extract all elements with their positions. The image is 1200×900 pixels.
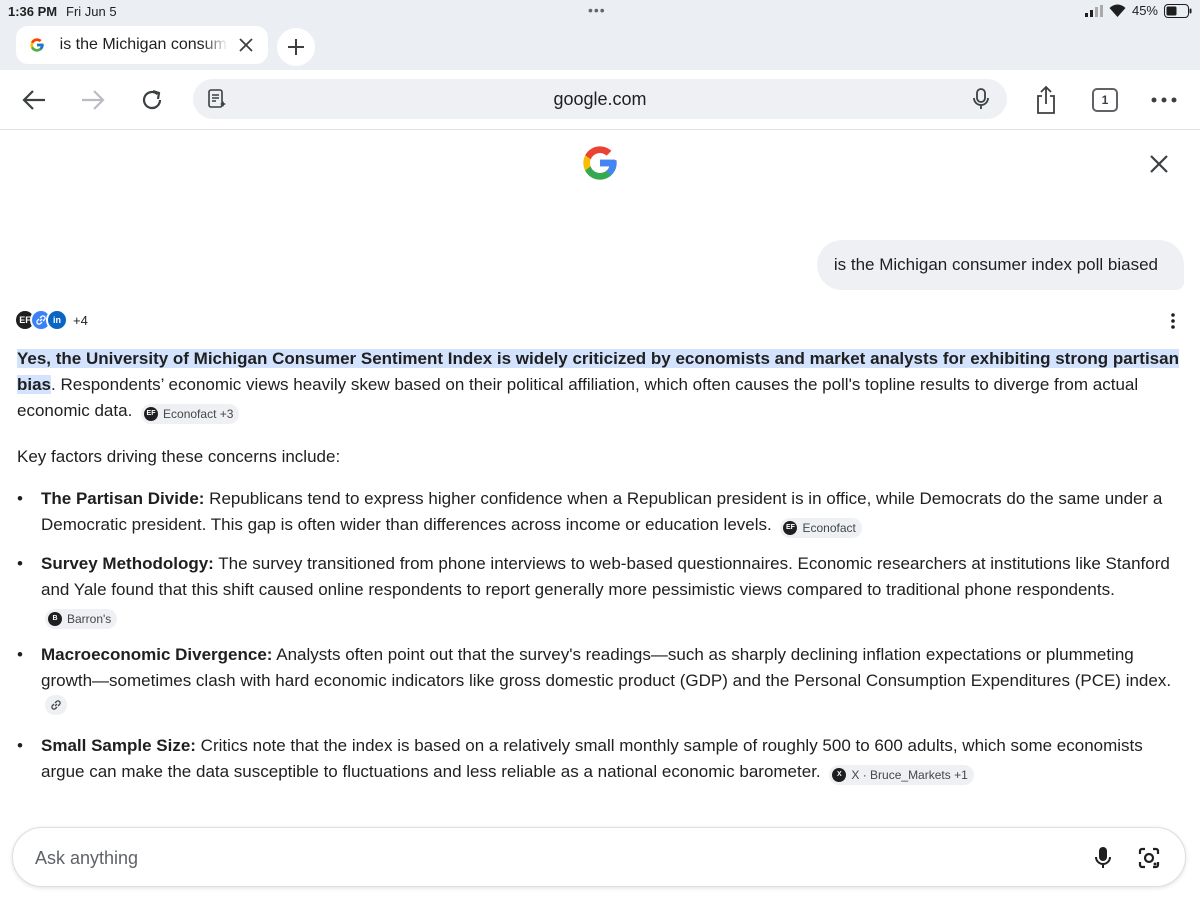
- more-vertical-icon: [1171, 313, 1175, 329]
- back-button[interactable]: [16, 82, 52, 118]
- share-icon: [1037, 85, 1055, 114]
- citation-chip[interactable]: EF Econofact: [780, 518, 862, 538]
- plus-icon: [288, 39, 304, 55]
- more-options-button[interactable]: [1146, 82, 1182, 118]
- citation-label: Econofact +3: [163, 407, 234, 421]
- google-lens-icon[interactable]: [1135, 844, 1163, 872]
- source-icons[interactable]: EF in +4: [14, 309, 88, 331]
- list-item: Small Sample Size: Critics note that the…: [17, 733, 1187, 785]
- bullet-title: The Partisan Divide:: [41, 489, 205, 508]
- tab-strip: is the Michigan consumer index poll bias…: [0, 22, 1200, 70]
- tab-switcher-button[interactable]: 1: [1087, 82, 1123, 118]
- citation-label: Econofact: [802, 521, 856, 535]
- status-indicators: 45%: [1084, 3, 1192, 18]
- battery-icon: [1164, 3, 1192, 18]
- key-factors-intro: Key factors driving these concerns inclu…: [17, 447, 341, 466]
- arrow-right-icon: [82, 90, 105, 110]
- more-horizontal-icon: [1151, 97, 1177, 103]
- citation-chip[interactable]: X X · Bruce_Markets +1: [829, 765, 974, 785]
- source-extra-count: +4: [73, 312, 88, 328]
- arrow-left-icon: [22, 90, 45, 110]
- tab-count: 1: [1092, 88, 1118, 112]
- reload-icon: [142, 89, 162, 110]
- voice-search-icon[interactable]: [969, 87, 993, 111]
- close-icon: [1150, 155, 1168, 173]
- citation-link-chip[interactable]: [45, 695, 67, 715]
- close-ai-mode-button[interactable]: [1143, 148, 1175, 180]
- ask-input[interactable]: [35, 844, 935, 872]
- new-tab-button[interactable]: [277, 28, 315, 66]
- econofact-icon: EF: [783, 521, 798, 535]
- address-bar[interactable]: google.com: [193, 79, 1007, 119]
- microphone-icon[interactable]: [1089, 844, 1117, 872]
- status-time: 1:36 PM: [8, 4, 58, 19]
- bullet-text: Republicans tend to express higher confi…: [41, 489, 1163, 534]
- url-text: google.com: [553, 89, 647, 109]
- forward-button[interactable]: [75, 82, 111, 118]
- citation-chip[interactable]: EF Econofact +3: [141, 404, 240, 424]
- list-item: Survey Methodology: The survey transitio…: [17, 551, 1187, 629]
- cellular-signal-icon: [1084, 4, 1103, 17]
- battery-percent: 45%: [1131, 3, 1158, 18]
- reload-button[interactable]: [134, 82, 170, 118]
- close-tab-icon[interactable]: [234, 33, 258, 57]
- share-button[interactable]: [1028, 82, 1064, 118]
- barrons-icon: B: [48, 612, 62, 626]
- answer-more-menu-button[interactable]: [1162, 308, 1184, 334]
- ask-bar: [12, 827, 1186, 887]
- status-bar: 1:36 PM Fri Jun 5 ••• 45%: [0, 0, 1200, 22]
- wifi-icon: [1109, 4, 1126, 17]
- link-icon: [51, 700, 61, 710]
- bullet-text: Critics note that the index is based on …: [41, 736, 1143, 781]
- linkedin-source-icon: in: [46, 309, 68, 331]
- status-date: Fri Jun 5: [66, 4, 117, 19]
- citation-label: Barron's: [67, 612, 112, 626]
- google-logo: [580, 143, 620, 183]
- citation-chip[interactable]: B Barron's: [45, 609, 118, 629]
- browser-toolbar: google.com 1: [0, 70, 1200, 130]
- key-factors-list: The Partisan Divide: Republicans tend to…: [17, 486, 1187, 798]
- x-logo-icon: X: [832, 768, 847, 782]
- bullet-title: Survey Methodology:: [41, 554, 214, 573]
- tab-title: is the Michigan consumer index poll bias…: [59, 36, 229, 53]
- citation-label: X · Bruce_Markets +1: [851, 768, 968, 782]
- econofact-icon: EF: [144, 407, 159, 421]
- list-item: The Partisan Divide: Republicans tend to…: [17, 486, 1187, 538]
- google-g-icon: [28, 36, 46, 54]
- bullet-title: Macroeconomic Divergence:: [41, 645, 273, 664]
- multitasking-dots-icon[interactable]: •••: [588, 3, 606, 17]
- answer-summary: Yes, the University of Michigan Consumer…: [17, 346, 1187, 424]
- list-item: Macroeconomic Divergence: Analysts often…: [17, 642, 1187, 720]
- bullet-title: Small Sample Size:: [41, 736, 196, 755]
- tab-active[interactable]: is the Michigan consumer index poll bias…: [16, 26, 268, 64]
- user-query-bubble: is the Michigan consumer index poll bias…: [816, 240, 1184, 290]
